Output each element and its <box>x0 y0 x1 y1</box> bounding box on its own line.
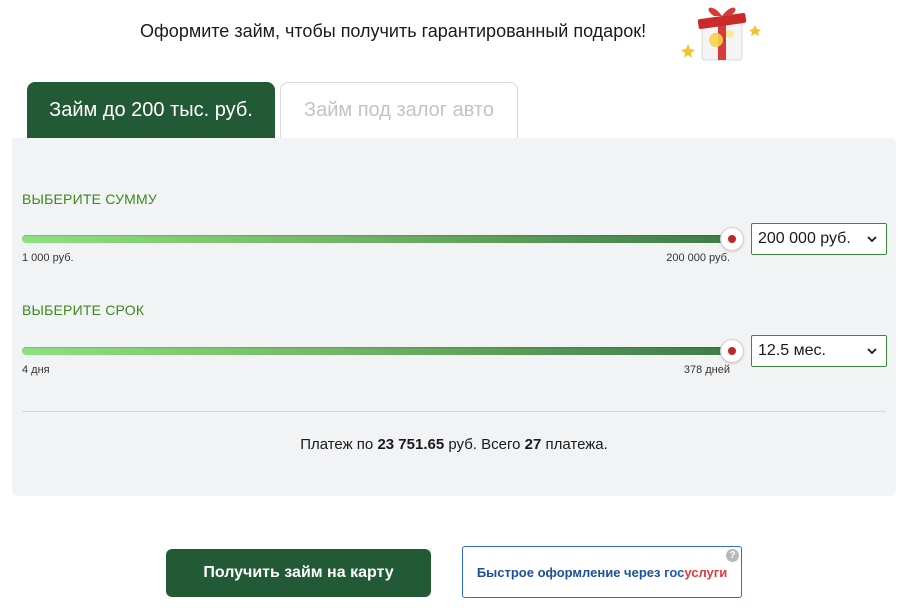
get-loan-button[interactable]: Получить займ на карту <box>166 549 431 597</box>
tab-loan-200k[interactable]: Займ до 200 тыс. руб. <box>27 82 275 138</box>
term-select-value: 12.5 мес. <box>758 342 826 359</box>
divider <box>22 411 886 412</box>
promo-banner: Оформите займ, чтобы получить гарантиров… <box>0 0 901 70</box>
term-slider-track[interactable] <box>22 347 732 355</box>
term-max-label: 378 дней <box>683 364 730 376</box>
payment-amount: 23 751.65 <box>377 436 445 453</box>
amount-select[interactable]: 200 000 руб. <box>751 223 887 255</box>
amount-slider-handle[interactable] <box>720 227 744 251</box>
summary-prefix: Платеж по <box>300 436 378 453</box>
promo-text: Оформите займ, чтобы получить гарантиров… <box>140 21 647 41</box>
chevron-down-icon <box>867 348 877 355</box>
tab-car-pledge-loan[interactable]: Займ под залог авто <box>280 82 518 138</box>
payment-summary: Платеж по 23 751.65 руб. Всего 27 платеж… <box>12 436 896 453</box>
loan-calculator: ВЫБЕРИТЕ СУММУ 1 000 руб. 200 000 руб. 2… <box>12 138 896 496</box>
gosuslugi-prefix: Быстрое оформление через <box>476 564 665 580</box>
term-label: ВЫБЕРИТЕ СРОК <box>22 302 145 318</box>
summary-suffix: платежа. <box>541 436 608 453</box>
gosuslugi-button[interactable]: Быстрое оформление через гос услуги ? <box>462 546 742 598</box>
amount-select-value: 200 000 руб. <box>758 230 851 247</box>
amount-max-label: 200 000 руб. <box>666 252 730 264</box>
amount-slider-track[interactable] <box>22 235 732 243</box>
payment-count: 27 <box>524 436 542 453</box>
gosuslugi-logo-part2: услуги <box>684 564 728 580</box>
term-select[interactable]: 12.5 мес. <box>751 335 887 367</box>
term-min-label: 4 дня <box>22 364 50 376</box>
summary-middle: руб. Всего <box>444 436 525 453</box>
chevron-down-icon <box>867 236 877 243</box>
gosuslugi-logo-part1: гос <box>664 564 685 580</box>
amount-min-label: 1 000 руб. <box>22 252 74 264</box>
amount-label: ВЫБЕРИТЕ СУММУ <box>22 191 157 207</box>
gift-box-icon <box>681 7 761 61</box>
term-slider-handle[interactable] <box>720 339 744 363</box>
help-icon[interactable]: ? <box>726 549 739 562</box>
